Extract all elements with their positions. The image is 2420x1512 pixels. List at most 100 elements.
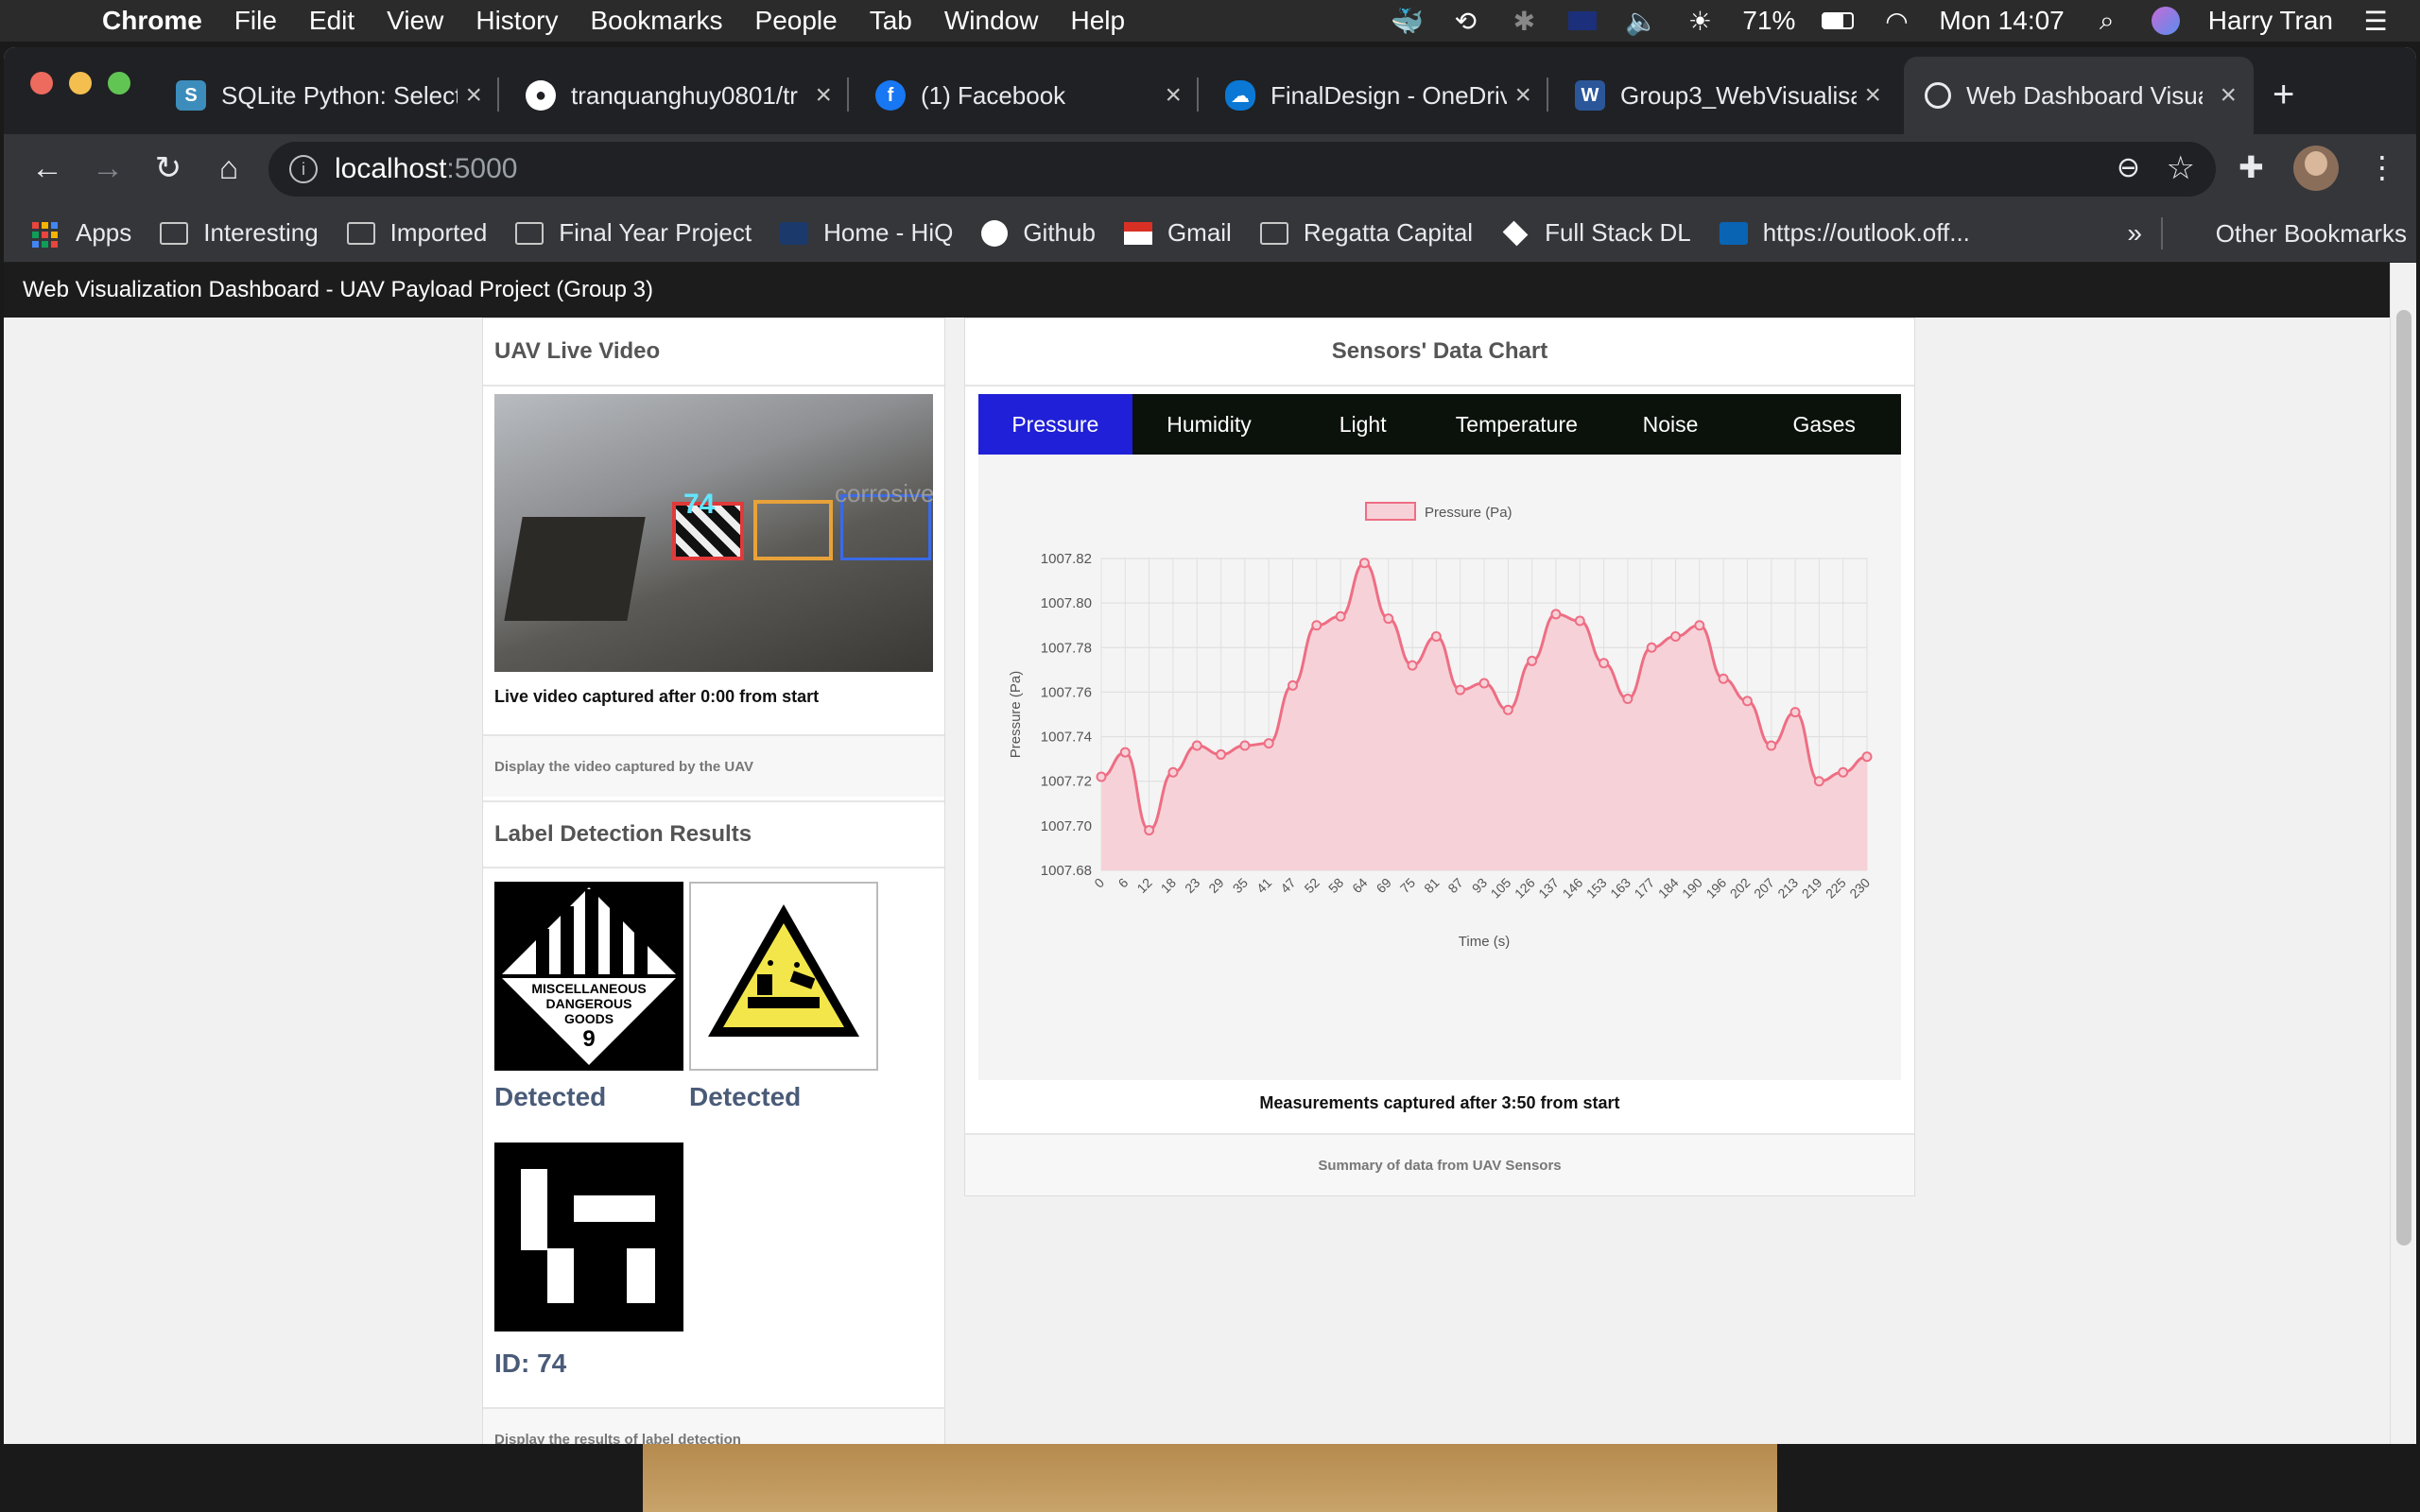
menubar-clock[interactable]: Mon 14:07 [1939, 6, 2064, 36]
bookmark-imported[interactable]: Imported [346, 218, 488, 248]
folder-icon [346, 221, 375, 245]
bookmarks-overflow-chevron[interactable]: » [2127, 204, 2142, 263]
sign1-line3: GOODS [564, 1011, 614, 1026]
close-tab-icon[interactable]: × [815, 79, 832, 112]
menu-help[interactable]: Help [1070, 6, 1125, 36]
maximize-window-button[interactable] [108, 72, 130, 94]
tab-word-doc[interactable]: W Group3_WebVisualisa × [1554, 66, 1898, 125]
bookmark-regatta-capital[interactable]: Regatta Capital [1259, 218, 1473, 248]
facebook-icon: f [875, 80, 906, 111]
battery-icon[interactable] [1822, 7, 1855, 35]
volume-icon[interactable]: 🔈 [1625, 7, 1658, 36]
menu-tab[interactable]: Tab [870, 6, 912, 36]
wifi-icon[interactable]: ◠ [1880, 7, 1912, 36]
bookmark-interesting[interactable]: Interesting [160, 218, 319, 248]
tab-pressure[interactable]: Pressure [978, 394, 1132, 455]
close-tab-icon[interactable]: × [1514, 79, 1531, 112]
time-machine-icon[interactable]: ⟲ [1449, 7, 1481, 36]
new-tab-button[interactable]: + [2273, 74, 2294, 116]
menu-bookmarks[interactable]: Bookmarks [590, 6, 722, 36]
home-icon[interactable]: ⌂ [208, 147, 250, 189]
bookmark-github[interactable]: Github [981, 218, 1096, 248]
address-bar[interactable]: i localhost:5000 ⊖ ☆ [268, 142, 2216, 197]
tab-onedrive[interactable]: ☁ FinalDesign - OneDriv × [1204, 66, 1548, 125]
extensions-puzzle-icon[interactable]: ✚ [2238, 149, 2264, 185]
bookmark-final-year-project[interactable]: Final Year Project [515, 218, 752, 248]
tab-sqlite-python[interactable]: S SQLite Python: Select × [155, 66, 499, 125]
minimize-window-button[interactable] [69, 72, 92, 94]
brightness-icon[interactable]: ☀ [1684, 7, 1716, 36]
tab-humidity[interactable]: Humidity [1132, 394, 1287, 455]
tab-github-repo[interactable]: ● tranquanghuy0801/tr × [505, 66, 849, 125]
menu-file[interactable]: File [234, 6, 277, 36]
other-bookmarks[interactable]: Other Bookmarks [2172, 204, 2407, 263]
zoom-icon[interactable]: ⊖ [2117, 151, 2140, 184]
docker-icon[interactable]: 🐳 [1391, 7, 1424, 36]
bookmark-star-icon[interactable]: ☆ [2167, 149, 2195, 187]
fsdl-icon [1502, 220, 1529, 246]
bookmark-full-stack-dl[interactable]: Full Stack DL [1501, 218, 1691, 248]
profile-avatar[interactable] [2293, 146, 2339, 191]
pressure-data-point [1407, 660, 1418, 671]
site-info-icon[interactable]: i [289, 155, 318, 183]
close-tab-icon[interactable]: × [2220, 79, 2237, 112]
browser-toolbar: ← → ↻ ⌂ i localhost:5000 ⊖ ☆ ✚ ⋮ [4, 134, 2416, 204]
bluetooth-icon[interactable]: ✱ [1508, 7, 1540, 36]
uav-live-video[interactable]: 74 corrosive [494, 394, 933, 672]
page-scrollbar[interactable] [2390, 263, 2416, 1444]
pressure-data-point [1311, 620, 1322, 631]
menu-window[interactable]: Window [944, 6, 1039, 36]
menu-edit[interactable]: Edit [309, 6, 354, 36]
pressure-data-point [1358, 558, 1370, 569]
notification-center-icon[interactable]: ☰ [2360, 7, 2392, 36]
close-tab-icon[interactable]: × [1864, 79, 1881, 112]
tab-facebook[interactable]: f (1) Facebook × [855, 66, 1199, 125]
bookmark-label: Imported [389, 218, 488, 247]
input-source-flag-icon[interactable] [1566, 7, 1599, 35]
bookmarks-bar: Apps Interesting Imported Final Year Pro… [4, 204, 2416, 263]
github-icon: ● [526, 80, 556, 111]
scrollbar-thumb[interactable] [2396, 310, 2411, 1246]
menu-history[interactable]: History [475, 6, 558, 36]
bookmark-label: Gmail [1167, 218, 1232, 247]
tab-temperature[interactable]: Temperature [1440, 394, 1594, 455]
tab-noise[interactable]: Noise [1594, 394, 1748, 455]
x-tick-label: 153 [1583, 875, 1610, 902]
battery-percent[interactable]: 71% [1742, 6, 1795, 36]
close-tab-icon[interactable]: × [1165, 79, 1182, 112]
menubar-user-name[interactable]: Harry Tran [2208, 6, 2333, 36]
menu-people[interactable]: People [755, 6, 838, 36]
forward-arrow-icon[interactable]: → [87, 147, 129, 189]
menu-view[interactable]: View [387, 6, 443, 36]
tab-light[interactable]: Light [1286, 394, 1440, 455]
bookmark-home-hiq[interactable]: Home - HiQ [780, 218, 953, 248]
pressure-data-point [1144, 825, 1155, 836]
close-tab-icon[interactable]: × [465, 79, 482, 112]
x-tick-label: 41 [1253, 875, 1274, 896]
page-viewport: Web Visualization Dashboard - UAV Payloa… [4, 263, 2416, 1444]
sign1-line1: MISCELLANEOUS [531, 981, 646, 996]
bookmark-outlook[interactable]: https://outlook.off... [1719, 218, 1970, 248]
x-tick-label: 47 [1277, 875, 1298, 896]
bookmark-gmail[interactable]: Gmail [1123, 218, 1232, 248]
onedrive-icon: ☁ [1225, 80, 1255, 111]
url-host: localhost [335, 153, 447, 184]
bookmark-label: Github [1023, 218, 1096, 247]
siri-icon[interactable] [2150, 7, 2182, 35]
tab-web-dashboard[interactable]: Web Dashboard Visua × [1904, 57, 2254, 134]
reload-icon[interactable]: ↻ [147, 147, 189, 189]
y-tick-label: 1007.70 [1041, 818, 1092, 834]
close-window-button[interactable] [30, 72, 53, 94]
x-tick-label: 137 [1535, 875, 1562, 902]
spotlight-search-icon[interactable]: ⌕ [2091, 6, 2123, 35]
tab-gases[interactable]: Gases [1747, 394, 1901, 455]
tab-title: SQLite Python: Select [221, 80, 458, 110]
folder-icon [515, 221, 544, 245]
menu-app-name[interactable]: Chrome [102, 6, 202, 36]
back-arrow-icon[interactable]: ← [26, 147, 68, 189]
dashboard-title[interactable]: Web Visualization Dashboard - UAV Payloa… [23, 277, 653, 303]
chrome-menu-icon[interactable]: ⋮ [2367, 149, 2397, 185]
legend-label: Pressure (Pa) [1425, 505, 1512, 521]
bookmark-apps[interactable]: Apps [32, 218, 131, 248]
misc-dangerous-goods-sign: MISCELLANEOUS DANGEROUS GOODS 9 [494, 882, 683, 1071]
